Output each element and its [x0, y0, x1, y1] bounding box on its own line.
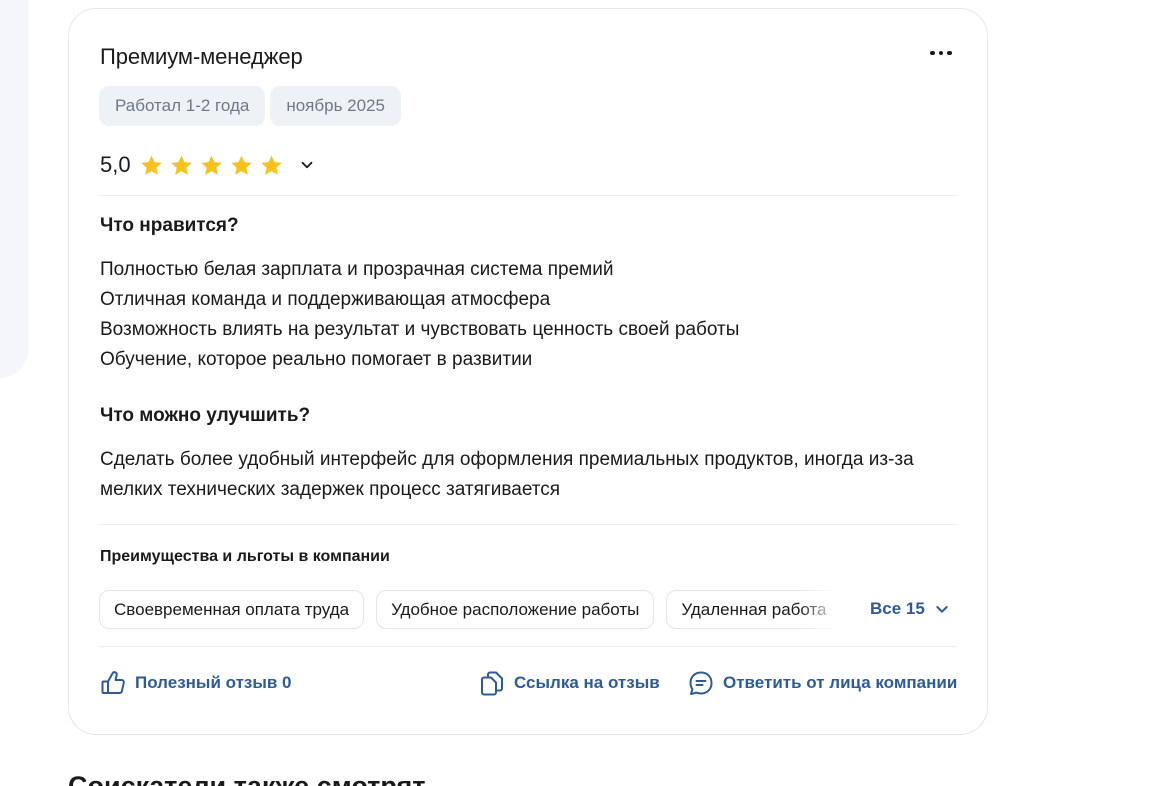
divider: [99, 524, 957, 525]
divider: [99, 195, 957, 196]
reply-as-company-button[interactable]: Ответить от лица компании: [687, 669, 957, 697]
improve-text: Сделать более удобный интерфейс для офор…: [100, 449, 914, 500]
copy-link-button[interactable]: Ссылка на отзыв: [478, 669, 660, 697]
benefit-chip[interactable]: Удаленная работа: [666, 590, 839, 629]
divider: [99, 646, 957, 647]
experience-tag: Работал 1-2 года: [99, 86, 266, 126]
likes-line: Обучение, которое реально помогает в раз…: [100, 349, 533, 370]
likes-heading: Что нравится?: [100, 215, 239, 236]
left-side-panel: [0, 0, 28, 378]
section-heading: Соискатели также смотрят: [68, 771, 426, 786]
show-all-label: Все 15: [870, 599, 925, 618]
likes-text: Полностью белая зарплата и прозрачная си…: [100, 255, 960, 375]
likes-line: Полностью белая зарплата и прозрачная си…: [100, 259, 614, 280]
show-all-benefits-button[interactable]: Все 15: [870, 599, 950, 619]
improve-heading: Что можно улучшить?: [100, 405, 311, 426]
review-tags: Работал 1-2 года ноябрь 2025: [99, 86, 401, 126]
likes-line: Отличная команда и поддерживающая атмосф…: [100, 289, 551, 310]
review-card: Премиум-менеджер Работал 1-2 года ноябрь…: [68, 8, 988, 735]
review-actions: Полезный отзыв 0 Ссылка на отзыв Ответит…: [99, 669, 959, 701]
rating-row: 5,0: [100, 152, 316, 178]
benefits-heading: Преимущества и льготы в компании: [100, 548, 390, 565]
star-icon: [200, 155, 222, 175]
benefit-chip[interactable]: Своевременная оплата труда: [99, 590, 365, 629]
reply-as-company-label: Ответить от лица компании: [723, 673, 958, 692]
rating-value: 5,0: [100, 152, 131, 177]
chat-bubble-icon: [689, 671, 713, 695]
benefits-chips: Своевременная оплата труда Удобное распо…: [99, 590, 839, 630]
star-icon: [140, 155, 162, 175]
benefit-chip[interactable]: Удобное расположение работы: [376, 590, 655, 629]
copy-link-icon: [481, 671, 503, 696]
more-dots-icon: [930, 50, 935, 56]
star-icon: [170, 155, 192, 175]
date-tag: ноябрь 2025: [270, 86, 401, 126]
more-options-button[interactable]: [926, 41, 956, 65]
chevron-down-icon[interactable]: [298, 156, 316, 174]
thumbs-up-icon: [101, 671, 125, 694]
copy-link-label: Ссылка на отзыв: [514, 673, 660, 692]
helpful-review-label: Полезный отзыв 0: [135, 673, 292, 692]
star-icon: [260, 155, 282, 175]
review-position-title: Премиум-менеджер: [100, 44, 303, 69]
likes-line: Возможность влиять на результат и чувств…: [100, 319, 740, 340]
chevron-down-icon: [936, 606, 948, 613]
rating-stars: [139, 153, 284, 178]
star-icon: [230, 155, 252, 175]
helpful-review-button[interactable]: Полезный отзыв 0: [99, 669, 292, 697]
